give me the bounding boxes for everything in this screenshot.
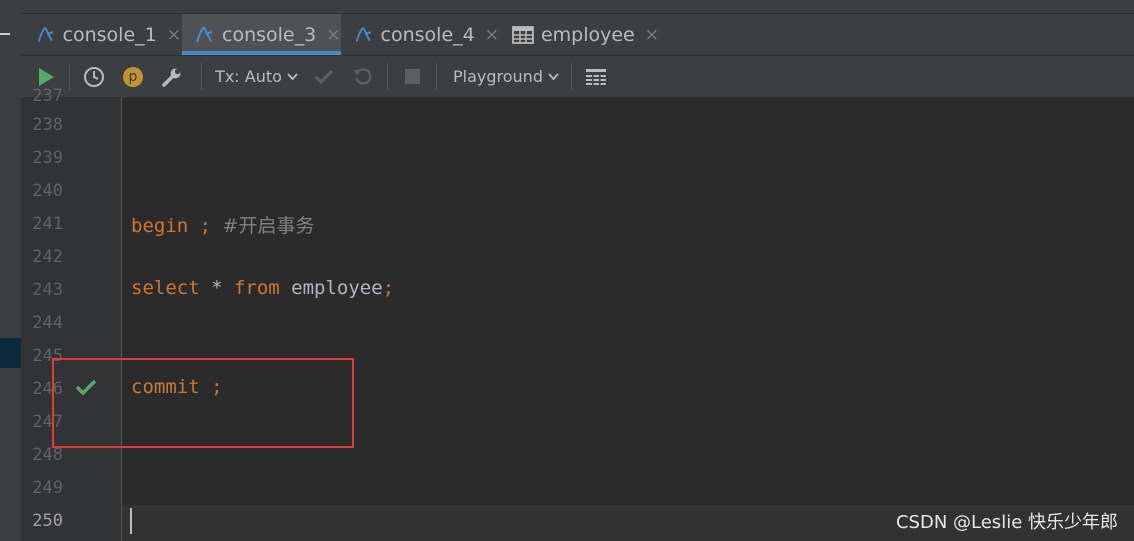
line-number: 242 (32, 247, 63, 267)
p-badge-label: p (128, 68, 138, 85)
toolbar-separator (387, 63, 388, 90)
tab-console-3[interactable]: console_3 × (182, 14, 341, 55)
chevron-down-icon (548, 72, 559, 80)
toolbar-separator (571, 63, 572, 90)
schema-label: Playground (453, 67, 543, 86)
checkmark-icon (314, 69, 334, 84)
table-grid-icon (512, 25, 534, 44)
line-number: 249 (32, 478, 63, 498)
history-button[interactable] (81, 56, 107, 97)
line-number: 239 (32, 148, 63, 168)
minimize-icon[interactable] (0, 33, 10, 35)
line-number: 240 (32, 181, 63, 201)
rollback-button[interactable] (351, 56, 375, 97)
line-number: 243 (32, 280, 63, 300)
mysql-console-icon (196, 25, 213, 42)
sql-token: * (199, 277, 234, 299)
sql-keyword: ; (382, 277, 395, 299)
left-strip-active-marker (0, 338, 21, 368)
sql-token: employee (279, 277, 383, 299)
schema-dropdown[interactable]: Playground (451, 56, 561, 97)
stop-button[interactable] (400, 56, 424, 97)
table-lines-icon (586, 68, 606, 85)
tx-mode-dropdown[interactable]: Tx: Auto (214, 56, 299, 97)
annotation-highlight-box (52, 358, 354, 448)
rollback-icon (354, 67, 372, 85)
tab-bar-top-strip (21, 0, 1134, 14)
editor-tab-bar: console_1 × console_3 × console_4 × empl… (21, 0, 1134, 56)
code-line[interactable]: select * from employee; (131, 277, 394, 299)
toolbar-separator (201, 63, 202, 90)
line-number: 244 (32, 313, 63, 333)
tab-console-4[interactable]: console_4 × (347, 14, 499, 55)
line-number: 241 (32, 214, 63, 234)
toolbar-separator (69, 63, 70, 90)
tx-mode-label: Tx: Auto (215, 67, 282, 86)
sql-comment: #开启事务 (222, 215, 315, 237)
run-icon (39, 67, 54, 86)
tab-label: console_1 (62, 23, 157, 46)
line-number: 238 (32, 115, 63, 135)
wrench-icon (162, 68, 181, 87)
settings-button[interactable] (159, 56, 185, 97)
toolbar-separator (436, 63, 437, 90)
console-toolbar: p Tx: Auto Playground (21, 56, 1134, 98)
close-icon[interactable]: × (645, 25, 659, 45)
sql-keyword: from (233, 277, 280, 299)
mysql-console-icon (355, 26, 372, 42)
watermark: CSDN @Leslie 快乐少年郎 (895, 512, 1118, 533)
commit-button[interactable] (312, 56, 336, 97)
line-number: 250 (32, 511, 63, 531)
explain-plan-button[interactable]: p (120, 56, 146, 97)
tab-employee[interactable]: employee × (509, 14, 659, 55)
sql-keyword: begin ; (131, 215, 212, 237)
text-caret (130, 508, 132, 534)
close-icon[interactable]: × (326, 25, 340, 45)
line-number: 237 (32, 86, 63, 106)
left-tool-strip (0, 0, 22, 541)
clock-icon (84, 66, 104, 87)
close-icon[interactable]: × (167, 25, 181, 45)
mysql-console-icon (37, 26, 54, 42)
tab-label: employee (540, 23, 635, 46)
tab-label: console_4 (380, 23, 475, 46)
p-badge-icon: p (123, 66, 143, 87)
tab-label: console_3 (222, 23, 317, 46)
table-view-button[interactable] (583, 56, 609, 97)
code-line[interactable]: begin ; #开启事务 (131, 211, 314, 238)
close-icon[interactable]: × (485, 25, 499, 45)
sql-keyword: select (131, 277, 200, 299)
chevron-down-icon (287, 72, 298, 80)
stop-icon (404, 69, 420, 84)
tab-console-1[interactable]: console_1 × (29, 14, 181, 55)
line-number: 248 (32, 445, 63, 465)
gutter-divider (121, 97, 122, 541)
